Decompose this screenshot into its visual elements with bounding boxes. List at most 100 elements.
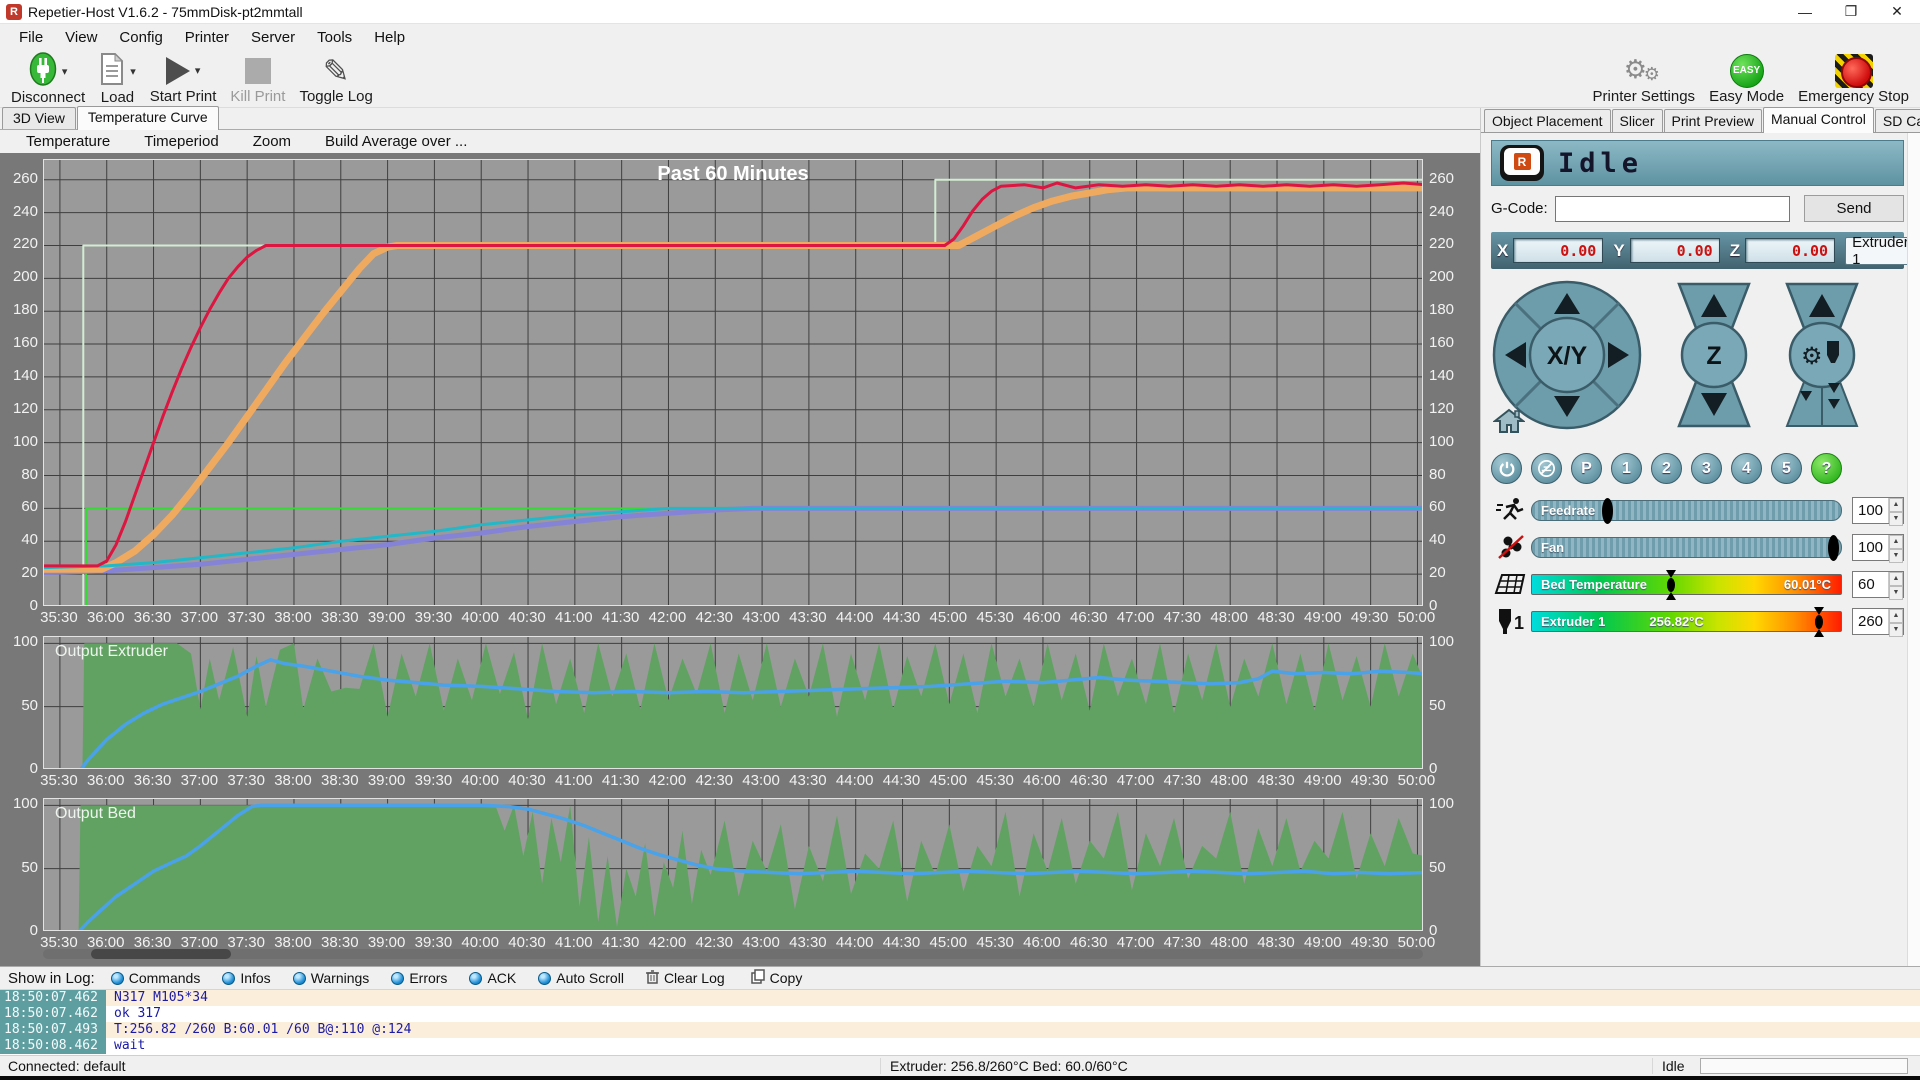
spin-up-icon[interactable]: ▲ [1889, 571, 1903, 586]
log-filter-infos[interactable]: Infos [222, 970, 271, 986]
menu-tools[interactable]: Tools [306, 24, 363, 50]
feedrate-spin-arrows[interactable]: ▲ ▼ [1888, 497, 1903, 526]
preset-3-button[interactable]: 3 [1691, 453, 1722, 484]
chart-menu-zoom[interactable]: Zoom [253, 133, 291, 150]
extruder-1-spin-arrows[interactable]: ▲ ▼ [1888, 608, 1903, 637]
fan-spin-arrows[interactable]: ▲ ▼ [1888, 534, 1903, 563]
toggle-log-button[interactable]: ✎ Toggle Log [292, 50, 379, 107]
gcode-input[interactable] [1555, 195, 1790, 222]
send-button[interactable]: Send [1804, 195, 1904, 222]
menu-help[interactable]: Help [363, 24, 416, 50]
spin-up-icon[interactable]: ▲ [1889, 497, 1903, 512]
bed-temperature-slider-thumb[interactable] [1664, 569, 1678, 600]
y-tick-label: 240 [12, 202, 38, 220]
output-extruder-chart [43, 636, 1423, 769]
x-tick-label: 42:30 [695, 772, 734, 789]
feedrate-slider[interactable]: Feedrate [1531, 497, 1842, 524]
extruder-1-spinbox[interactable]: 260 ▲ ▼ [1852, 607, 1904, 637]
chart-menu-temperature[interactable]: Temperature [26, 133, 110, 150]
menu-server[interactable]: Server [240, 24, 306, 50]
park-button[interactable]: P [1571, 453, 1602, 484]
bed-temperature-spinbox[interactable]: 60 ▲ ▼ [1852, 570, 1904, 600]
extruder-1-reading: 256.82°C [1649, 613, 1704, 629]
fan-slider[interactable]: Fan [1531, 534, 1842, 561]
home-button[interactable] [1492, 407, 1526, 439]
close-button[interactable]: ✕ [1874, 0, 1920, 23]
log-filter-warnings[interactable]: Warnings [292, 970, 369, 986]
control-panel-scrollbar[interactable] [1907, 133, 1920, 966]
log-filter-ack[interactable]: ACK [469, 970, 516, 986]
output-extruder-chart-label: Output Extruder [55, 643, 168, 660]
x-tick-label: 48:00 [1210, 934, 1248, 951]
feedrate-spinbox[interactable]: 100 ▲ ▼ [1852, 496, 1904, 526]
y-tick-label: 50 [21, 696, 38, 714]
tab-slicer[interactable]: Slicer [1611, 109, 1663, 132]
emergency-stop-button[interactable]: Emergency Stop [1791, 50, 1916, 107]
tab-temperature-curve[interactable]: Temperature Curve [76, 106, 219, 130]
x-tick-label: 42:30 [695, 609, 734, 626]
tab-3d-view[interactable]: 3D View [2, 107, 76, 129]
preset-5-button[interactable]: 5 [1771, 453, 1802, 484]
menu-config[interactable]: Config [108, 24, 173, 50]
preset-1-button[interactable]: 1 [1611, 453, 1642, 484]
log-filter-errors[interactable]: Errors [391, 970, 447, 986]
extruder-1-slider-thumb[interactable] [1812, 606, 1826, 637]
fan-spinbox[interactable]: 100 ▲ ▼ [1852, 533, 1904, 563]
fan-slider-thumb[interactable] [1827, 534, 1839, 561]
z-jog-control[interactable]: Z [1671, 279, 1757, 435]
y-tick-label: 220 [12, 235, 38, 253]
log-action-copy[interactable]: Copy [750, 968, 802, 988]
preset-4-button[interactable]: 4 [1731, 453, 1762, 484]
repetier-host-window: R Repetier-Host V1.6.2 - 75mmDisk-pt2mmt… [0, 0, 1920, 1080]
plug-icon [29, 52, 57, 90]
preset-2-button[interactable]: 2 [1651, 453, 1682, 484]
y-tick-label: 180 [12, 301, 38, 319]
power-button[interactable] [1491, 453, 1522, 484]
chart-menu-timeperiod[interactable]: Timeperiod [144, 133, 218, 150]
menu-view[interactable]: View [54, 24, 108, 50]
toolbar: ▾ Disconnect ▾ Load ▾ Start Print Kill P… [0, 50, 1920, 108]
extruder-1-slider-label: Extruder 1 [1541, 613, 1606, 629]
emergency-stop-icon [1834, 53, 1873, 88]
extruder-1-slider[interactable]: Extruder 1 256.82°C [1531, 606, 1842, 637]
x-tick-label: 47:30 [1163, 772, 1202, 789]
tab-sd-card[interactable]: SD Card [1874, 109, 1920, 132]
feedrate-slider-thumb[interactable] [1602, 497, 1614, 524]
bed-temperature-spin-arrows[interactable]: ▲ ▼ [1888, 571, 1903, 600]
load-button[interactable]: ▾ Load [92, 50, 143, 107]
help-button[interactable]: ? [1811, 453, 1842, 484]
printer-settings-button[interactable]: ⚙ ⚙ Printer Settings [1586, 50, 1703, 107]
easy-mode-button[interactable]: EASY Easy Mode [1702, 50, 1791, 107]
start-print-button[interactable]: ▾ Start Print [143, 50, 224, 107]
disconnect-button[interactable]: ▾ Disconnect [4, 50, 92, 107]
x-tick-label: 35:30 [40, 772, 78, 789]
tab-print-preview[interactable]: Print Preview [1663, 109, 1762, 132]
menu-file[interactable]: File [8, 24, 54, 50]
spin-down-icon[interactable]: ▼ [1889, 585, 1903, 600]
disconnect-dropdown-arrow[interactable]: ▾ [62, 65, 68, 78]
tab-manual-control[interactable]: Manual Control [1762, 107, 1874, 133]
log-action-clear-log[interactable]: Clear Log [645, 969, 725, 988]
x-tick-label: 48:30 [1257, 609, 1295, 626]
minimize-button[interactable]: — [1782, 0, 1828, 23]
start-print-dropdown-arrow[interactable]: ▾ [195, 64, 201, 77]
log-filter-auto-scroll[interactable]: Auto Scroll [538, 970, 624, 986]
restore-button[interactable]: ❐ [1828, 0, 1874, 23]
menu-printer[interactable]: Printer [174, 24, 240, 50]
tab-object-placement[interactable]: Object Placement [1484, 109, 1611, 132]
log-filter-commands[interactable]: Commands [110, 970, 200, 986]
load-dropdown-arrow[interactable]: ▾ [130, 65, 136, 78]
spin-down-icon[interactable]: ▼ [1889, 548, 1903, 563]
heated-bed-off-button[interactable] [1531, 453, 1562, 484]
spin-up-icon[interactable]: ▲ [1889, 608, 1903, 623]
easy-badge-icon: EASY [1729, 53, 1764, 88]
bed-temperature-slider[interactable]: Bed Temperature 60.01°C [1531, 569, 1842, 600]
spin-down-icon[interactable]: ▼ [1889, 511, 1903, 526]
x-tick-label: 38:00 [274, 609, 312, 626]
bed-icon [1491, 572, 1531, 596]
extruder-jog-control[interactable]: ⚙ [1779, 279, 1865, 435]
spin-up-icon[interactable]: ▲ [1889, 534, 1903, 549]
x-tick-label: 49:00 [1304, 609, 1342, 626]
spin-down-icon[interactable]: ▼ [1889, 622, 1903, 637]
chart-menu-build[interactable]: Build Average over ... [325, 133, 467, 150]
